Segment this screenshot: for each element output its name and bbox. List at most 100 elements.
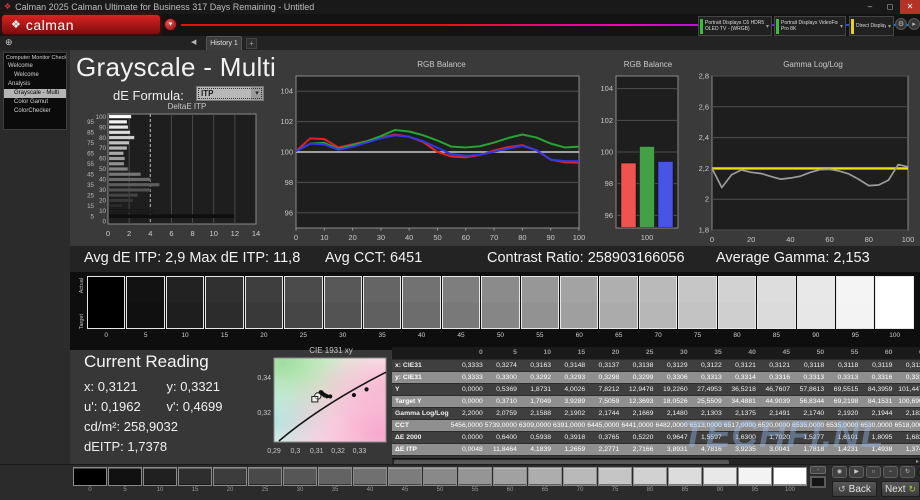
pattern-button-25[interactable]: 25 [248,467,282,493]
rgb-balance-line-chart[interactable]: RGB Balance 9698100102104010203040506070… [272,60,587,255]
table-row: ΔE 20000,00000,64000,59380,39180,37650,5… [392,431,920,443]
grayscale-patch-20: 20 [245,276,283,339]
sidebar-item-analysis[interactable]: Analysis [4,80,66,89]
rgb-line-chart-title: RGB Balance [272,60,587,70]
sidebar-item-grayscale-multi[interactable]: Grayscale - Multi [4,89,66,98]
de-formula-dropdown[interactable]: ITP ▾ [196,86,264,101]
chevron-down-icon: ▾ [251,87,263,100]
grayscale-patch-100: 100 [875,276,913,339]
pattern-button-15[interactable]: 15 [178,467,212,493]
pattern-button-55[interactable]: 55 [458,467,492,493]
pattern-button-95[interactable]: 95 [738,467,772,493]
reading-v: v': 0,4699 [167,397,250,417]
svg-text:0: 0 [710,235,714,244]
maximize-icon[interactable]: ◻ [880,0,900,14]
close-icon[interactable]: ✕ [900,0,920,14]
svg-text:40: 40 [786,235,794,244]
pattern-button-0[interactable]: 0 [73,467,107,493]
svg-text:60: 60 [825,235,833,244]
sidebar-item-welcome[interactable]: Welcome [4,71,66,80]
reading-luminance: cd/m²: 258,9032 [84,417,249,437]
svg-text:100: 100 [641,233,654,242]
table-row: Target Y0,00000,37101,70493,92897,505912… [392,395,920,407]
sidebar-item-welcome[interactable]: Welcome [4,62,66,71]
pattern-button-40[interactable]: 40 [353,467,387,493]
svg-text:104: 104 [280,87,293,96]
svg-text:0,3: 0,3 [291,448,301,455]
grayscale-patch-0: 0 [87,276,125,339]
pattern-button-70[interactable]: 70 [563,467,597,493]
sidebar-item-colorchecker[interactable]: ColorChecker [4,107,66,116]
svg-text:5: 5 [91,213,95,220]
gear-icon[interactable]: ⚙ [895,18,907,30]
svg-text:0: 0 [106,229,110,238]
pattern-button-60[interactable]: 60 [493,467,527,493]
grayscale-patch-80: 80 [718,276,756,339]
svg-text:102: 102 [600,116,613,125]
pattern-button-85[interactable]: 85 [668,467,702,493]
pattern-button-80[interactable]: 80 [633,467,667,493]
svg-text:90: 90 [99,124,106,131]
avg-cct-stat: Avg CCT: 6451 [325,250,422,266]
custom-pattern-button[interactable] [810,476,826,488]
tab-history-1[interactable]: History 1 [206,36,242,50]
pattern-button-35[interactable]: 35 [318,467,352,493]
display-control-button[interactable]: Direct Display Control ▾ [849,16,894,36]
svg-text:100: 100 [280,148,293,157]
svg-text:2,4: 2,4 [699,133,709,142]
pattern-button-20[interactable]: 20 [213,467,247,493]
next-button[interactable]: Next ↻ [881,481,920,497]
play-button[interactable]: ▶ [849,466,864,478]
svg-text:20: 20 [747,235,755,244]
pattern-button-65[interactable]: 65 [528,467,562,493]
svg-text:100: 100 [573,233,586,242]
display-control-status-indicator [851,19,854,34]
sidebar-item-color-gamut[interactable]: Color Gamut [4,98,66,107]
grayscale-patch-15: 15 [205,276,243,339]
minimize-icon[interactable]: – [860,0,880,14]
main-menu-button[interactable]: ▾ [164,18,177,31]
collapse-sidebar-icon[interactable]: ◀ [191,38,196,46]
calman-diamond-icon: ❖ [11,18,21,31]
stop-button[interactable]: − [883,466,898,478]
svg-text:90: 90 [547,233,555,242]
meter-device-button[interactable]: Portrait Displays C6 HDR5000 OLED TV - (… [698,16,772,36]
pattern-window-icon[interactable]: ▫ [810,466,826,474]
pattern-button-10[interactable]: 10 [143,467,177,493]
table-row: Gamma Log/Log2,20002,07592,15882,19022,1… [392,407,920,419]
cie-chart[interactable]: CIE 1931 xy 0,290,30,310,320,330,320,34 [250,346,390,461]
pattern-button-30[interactable]: 30 [283,467,317,493]
calman-logo[interactable]: ❖ calman [2,15,160,34]
add-tab-button[interactable]: + [246,38,257,49]
rgb-bar-chart-plot: 9698100102104100 [594,70,684,250]
display-control-line1: Direct Display Control [856,23,886,29]
grayscale-patch-75: 75 [678,276,716,339]
source-device-button[interactable]: Portrait Displays VideoForge Pro 8K ▾ [774,16,846,36]
pattern-button-5[interactable]: 5 [108,467,142,493]
grayscale-patch-90: 90 [797,276,835,339]
pattern-button-75[interactable]: 75 [598,467,632,493]
read-continuous-button[interactable]: ◉ [832,466,847,478]
pattern-button-90[interactable]: 90 [703,467,737,493]
workflow-panel: Computer Monitor Check 1.1... WelcomeWel… [3,52,67,130]
rgb-balance-bar-chart[interactable]: RGB Balance 9698100102104100 [594,60,684,255]
expand-icon[interactable]: ⊕ [5,37,13,48]
source-status-indicator [776,19,779,34]
svg-text:98: 98 [605,179,613,188]
arrow-right-icon[interactable]: ▸ [908,18,920,30]
page-title: Grayscale - Multi [76,52,276,83]
results-table: 05101520253035404550556065x: CIE310,3333… [392,347,920,456]
target-label: Target [79,314,85,329]
svg-text:2: 2 [705,195,709,204]
gamma-chart[interactable]: Gamma Log/Log 1,822,22,42,62,80204060801… [690,60,918,255]
svg-text:20: 20 [99,198,106,205]
back-button[interactable]: ↺ Back [832,481,877,497]
svg-text:1,8: 1,8 [699,226,709,235]
pattern-button-50[interactable]: 50 [423,467,457,493]
deltae-itp-chart[interactable]: DeltaE ITP 02468101214100959085807570656… [74,102,266,247]
pause-button[interactable]: ∩ [866,466,881,478]
grayscale-patch-5: 5 [126,276,164,339]
pattern-button-45[interactable]: 45 [388,467,422,493]
pattern-button-100[interactable]: 100 [773,467,807,493]
loop-button[interactable]: ↻ [900,466,915,478]
